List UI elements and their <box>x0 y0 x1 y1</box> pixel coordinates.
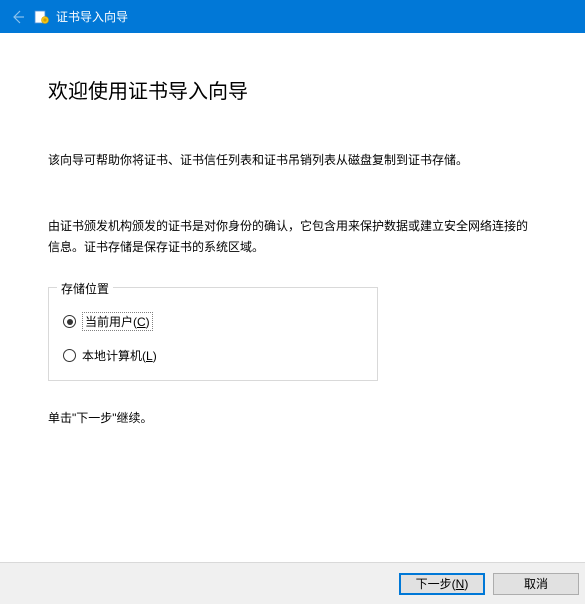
store-location-group: 存储位置 当前用户(C) 本地计算机(L) <box>48 287 378 381</box>
radio-local-machine-label: 本地计算机(L) <box>82 347 157 364</box>
group-label: 存储位置 <box>57 280 113 297</box>
page-heading: 欢迎使用证书导入向导 <box>48 75 537 104</box>
titlebar: 证书导入向导 <box>0 0 585 33</box>
wizard-content: 欢迎使用证书导入向导 该向导可帮助你将证书、证书信任列表和证书吊销列表从磁盘复制… <box>0 33 585 426</box>
wizard-footer: 下一步(N) 取消 <box>0 562 585 604</box>
intro-paragraph-2: 由证书颁发机构颁发的证书是对你身份的确认，它包含用来保护数据或建立安全网络连接的… <box>48 216 537 257</box>
radio-local-machine[interactable]: 本地计算机(L) <box>63 347 363 364</box>
radio-current-user-label: 当前用户(C) <box>82 312 153 331</box>
window-title: 证书导入向导 <box>56 8 128 25</box>
continue-instruction: 单击"下一步"继续。 <box>48 409 537 426</box>
back-arrow-icon[interactable] <box>8 7 28 27</box>
certificate-wizard-icon <box>34 9 50 25</box>
radio-button-icon <box>63 315 76 328</box>
radio-button-icon <box>63 349 76 362</box>
cancel-button[interactable]: 取消 <box>493 573 579 595</box>
next-button[interactable]: 下一步(N) <box>399 573 485 595</box>
intro-paragraph-1: 该向导可帮助你将证书、证书信任列表和证书吊销列表从磁盘复制到证书存储。 <box>48 150 537 170</box>
radio-current-user[interactable]: 当前用户(C) <box>63 312 363 331</box>
